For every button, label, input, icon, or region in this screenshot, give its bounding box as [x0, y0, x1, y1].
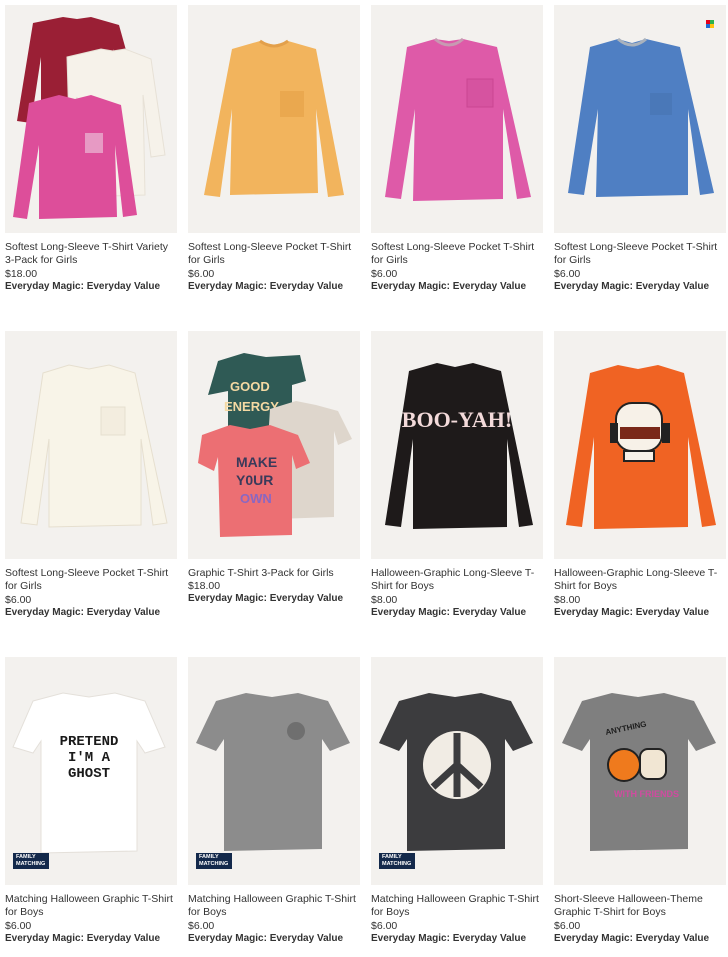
tee-graphic-text: WITH FRIENDS	[614, 789, 679, 799]
tee-graphic-text: OWN	[240, 491, 272, 506]
product-grid: Softest Long-Sleeve T-Shirt Variety 3-Pa…	[0, 0, 728, 950]
product-title[interactable]: Graphic T-Shirt 3-Pack for Girls	[188, 567, 360, 580]
product-price: $8.00	[554, 594, 581, 606]
product-title[interactable]: Halloween-Graphic Long-Sleeve T-Shirt fo…	[554, 567, 726, 593]
product-card[interactable]: Softest Long-Sleeve T-Shirt Variety 3-Pa…	[5, 5, 177, 305]
product-title[interactable]: Softest Long-Sleeve Pocket T-Shirt for G…	[5, 567, 177, 593]
product-card[interactable]: Softest Long-Sleeve Pocket T-Shirt for G…	[371, 5, 543, 305]
product-price: $6.00	[371, 268, 398, 280]
product-image[interactable]: BOO-YAH!	[371, 331, 543, 559]
product-price: $6.00	[554, 920, 581, 932]
tee-graphic-text: GOOD	[230, 379, 270, 394]
product-card[interactable]: PRETEND I'M A GHOST FAMILY MATCHING Matc…	[5, 657, 177, 957]
product-card[interactable]: ANYTHING WITH FRIENDS Short-Sleeve Hallo…	[554, 657, 726, 957]
product-promo: Everyday Magic: Everyday Value	[188, 593, 344, 604]
product-title[interactable]: Halloween-Graphic Long-Sleeve T-Shirt fo…	[371, 567, 543, 593]
product-card[interactable]: FAMILY MATCHING Matching Halloween Graph…	[188, 657, 360, 957]
product-promo: Everyday Magic: Everyday Value	[5, 607, 161, 618]
product-title[interactable]: Matching Halloween Graphic T-Shirt for B…	[5, 893, 177, 919]
product-image[interactable]	[554, 331, 726, 559]
product-image[interactable]: GOOD ENERGY MAKE Y0UR OWN	[188, 331, 360, 559]
product-title[interactable]: Short-Sleeve Halloween-Theme Graphic T-S…	[554, 893, 726, 919]
product-title[interactable]: Matching Halloween Graphic T-Shirt for B…	[188, 893, 360, 919]
tee-graphic-text: MAKE	[236, 454, 277, 470]
tee-graphic-text: BOO-YAH!	[402, 407, 512, 432]
product-promo: Everyday Magic: Everyday Value	[554, 933, 710, 944]
product-image[interactable]	[554, 5, 726, 233]
product-card[interactable]: Softest Long-Sleeve Pocket T-Shirt for G…	[5, 331, 177, 631]
product-price: $6.00	[554, 268, 581, 280]
product-price: $6.00	[5, 920, 32, 932]
tee-graphic-text: Y0UR	[236, 472, 273, 488]
product-price: $6.00	[5, 594, 32, 606]
product-card[interactable]: BOO-YAH! Halloween-Graphic Long-Sleeve T…	[371, 331, 543, 631]
product-image[interactable]: PRETEND I'M A GHOST FAMILY MATCHING	[5, 657, 177, 885]
product-promo: Everyday Magic: Everyday Value	[554, 281, 710, 292]
product-price: $6.00	[188, 920, 215, 932]
family-matching-badge: FAMILY MATCHING	[196, 853, 232, 869]
product-promo: Everyday Magic: Everyday Value	[371, 607, 527, 618]
product-promo: Everyday Magic: Everyday Value	[5, 281, 161, 292]
product-card[interactable]: Softest Long-Sleeve Pocket T-Shirt for G…	[554, 5, 726, 305]
tee-graphic-text: PRETEND	[60, 734, 119, 750]
product-card[interactable]: GOOD ENERGY MAKE Y0UR OWN Graphic T-Shir…	[188, 331, 360, 631]
product-image[interactable]: FAMILY MATCHING	[188, 657, 360, 885]
product-card[interactable]: Softest Long-Sleeve Pocket T-Shirt for G…	[188, 5, 360, 305]
product-price: $6.00	[188, 268, 215, 280]
product-image[interactable]: ANYTHING WITH FRIENDS	[554, 657, 726, 885]
product-price: $18.00	[5, 268, 38, 280]
product-promo: Everyday Magic: Everyday Value	[371, 933, 527, 944]
product-price: $6.00	[371, 920, 398, 932]
product-promo: Everyday Magic: Everyday Value	[188, 933, 344, 944]
product-promo: Everyday Magic: Everyday Value	[554, 607, 710, 618]
product-title[interactable]: Matching Halloween Graphic T-Shirt for B…	[371, 893, 543, 919]
product-promo: Everyday Magic: Everyday Value	[5, 933, 161, 944]
product-image[interactable]	[5, 331, 177, 559]
product-image[interactable]	[371, 5, 543, 233]
product-title[interactable]: Softest Long-Sleeve Pocket T-Shirt for G…	[371, 241, 543, 267]
product-title[interactable]: Softest Long-Sleeve Pocket T-Shirt for G…	[554, 241, 726, 267]
product-title[interactable]: Softest Long-Sleeve Pocket T-Shirt for G…	[188, 241, 360, 267]
product-image[interactable]	[188, 5, 360, 233]
product-card[interactable]: Halloween-Graphic Long-Sleeve T-Shirt fo…	[554, 331, 726, 631]
product-image[interactable]: FAMILY MATCHING	[371, 657, 543, 885]
ghost-peace-sign-icon	[423, 731, 491, 799]
tee-graphic-text: I'M A	[68, 750, 111, 766]
family-matching-badge: FAMILY MATCHING	[13, 853, 49, 869]
brand-logo-icon	[706, 20, 714, 28]
product-image[interactable]	[5, 5, 177, 233]
family-matching-badge: FAMILY MATCHING	[379, 853, 415, 869]
product-price: $18.00	[188, 580, 221, 592]
product-card[interactable]: FAMILY MATCHING Matching Halloween Graph…	[371, 657, 543, 957]
product-promo: Everyday Magic: Everyday Value	[371, 281, 527, 292]
product-title[interactable]: Softest Long-Sleeve T-Shirt Variety 3-Pa…	[5, 241, 177, 267]
product-promo: Everyday Magic: Everyday Value	[188, 281, 344, 292]
tee-graphic-text: GHOST	[68, 766, 110, 782]
product-price: $8.00	[371, 594, 398, 606]
